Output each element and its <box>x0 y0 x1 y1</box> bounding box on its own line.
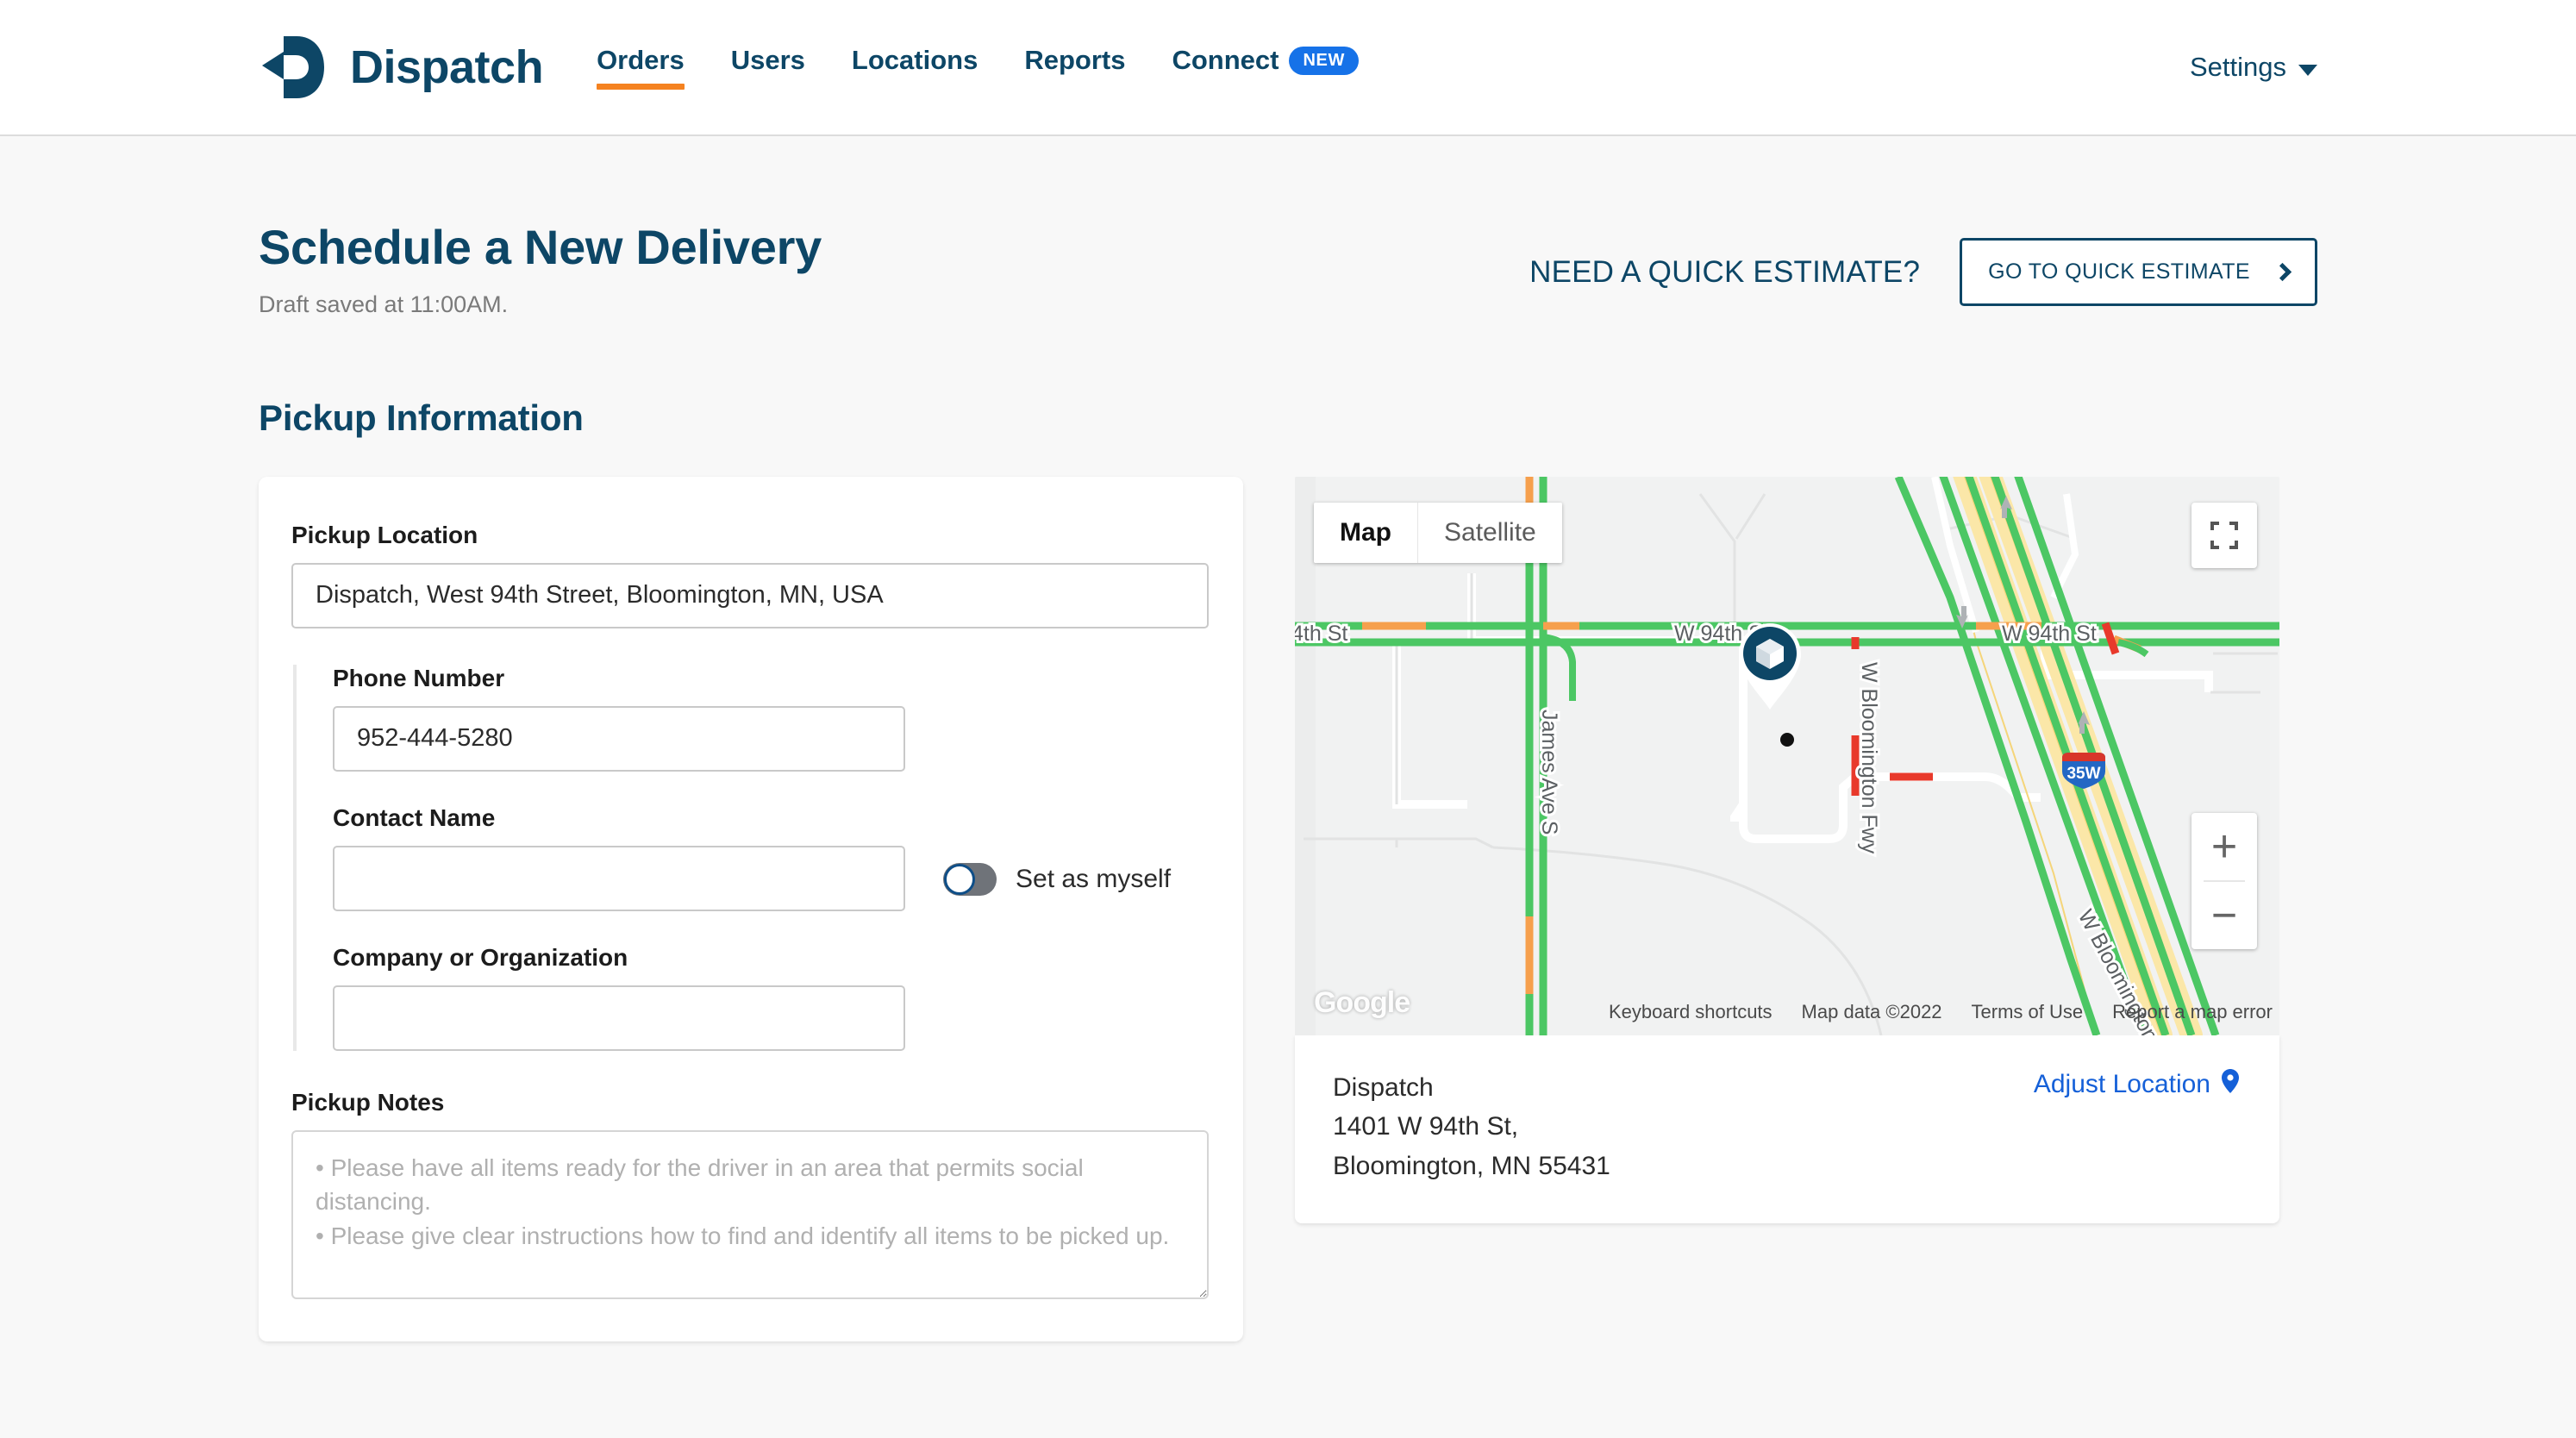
company-field: Company or Organization <box>333 944 1209 1051</box>
map-zoom-controls: + − <box>2191 813 2257 949</box>
nav-item-orders[interactable]: Orders <box>597 45 685 90</box>
company-label: Company or Organization <box>333 944 1209 972</box>
pickup-location-input[interactable] <box>291 563 1209 628</box>
brand-name: Dispatch <box>350 44 543 91</box>
pickup-notes-field: Pickup Notes <box>291 1089 1209 1304</box>
adjust-location-label: Adjust Location <box>2034 1070 2210 1099</box>
pickup-contact-group: Phone Number Contact Name Set as myself <box>293 665 1209 1051</box>
dispatch-d-logo-icon <box>259 31 331 103</box>
package-pin-icon <box>1736 622 1804 711</box>
chevron-down-icon <box>2298 65 2317 76</box>
location-summary-card: Dispatch 1401 W 94th St, Bloomington, MN… <box>1295 1035 2279 1224</box>
contact-name-label: Contact Name <box>333 804 1209 832</box>
page-header-row: Schedule a New Delivery Draft saved at 1… <box>259 136 2317 318</box>
google-watermark: Google <box>1314 986 1410 1020</box>
map-panel: 4th St W 94th St W 94th St James Ave S W… <box>1295 477 2279 1224</box>
pickup-notes-label: Pickup Notes <box>291 1089 1209 1116</box>
svg-text:James Ave S: James Ave S <box>1537 710 1561 835</box>
quick-estimate-group: NEED A QUICK ESTIMATE? GO TO QUICK ESTIM… <box>1529 221 2317 306</box>
map-location-dot <box>1780 733 1794 747</box>
location-address-line1: 1401 W 94th St, <box>1333 1107 1610 1147</box>
go-to-quick-estimate-button[interactable]: GO TO QUICK ESTIMATE <box>1960 238 2317 306</box>
pickup-form-card: Pickup Location Phone Number Contact Nam… <box>259 477 1243 1341</box>
chevron-right-icon <box>2273 263 2292 281</box>
settings-menu[interactable]: Settings <box>2190 52 2317 83</box>
brand[interactable]: Dispatch <box>259 31 543 103</box>
phone-number-field: Phone Number <box>333 665 1209 772</box>
phone-number-input[interactable] <box>333 706 905 772</box>
content-columns: Pickup Location Phone Number Contact Nam… <box>259 477 2317 1341</box>
map-attribution: Keyboard shortcuts Map data ©2022 Terms … <box>1609 1001 2273 1023</box>
nav-item-connect-label: Connect <box>1172 45 1279 76</box>
pickup-information-title: Pickup Information <box>259 397 2317 439</box>
map-data-copyright: Map data ©2022 <box>1802 1001 1942 1023</box>
nav-item-reports[interactable]: Reports <box>1024 45 1125 90</box>
connect-new-badge: NEW <box>1289 47 1358 75</box>
draft-saved-status: Draft saved at 11:00AM. <box>259 291 822 318</box>
zoom-out-button[interactable]: − <box>2191 882 2257 949</box>
company-input[interactable] <box>333 985 905 1051</box>
zoom-in-button[interactable]: + <box>2191 813 2257 880</box>
svg-text:35W: 35W <box>2066 765 2100 783</box>
page-body: Schedule a New Delivery Draft saved at 1… <box>0 136 2576 1341</box>
site-header: Dispatch Orders Users Locations Reports … <box>0 0 2576 136</box>
nav-item-orders-label: Orders <box>597 45 685 75</box>
nav-item-locations-label: Locations <box>852 45 978 75</box>
pickup-location-label: Pickup Location <box>291 522 1209 549</box>
svg-text:4th St: 4th St <box>1295 622 1347 646</box>
quick-estimate-prompt: NEED A QUICK ESTIMATE? <box>1529 255 1920 290</box>
nav-item-users-label: Users <box>731 45 805 75</box>
location-name: Dispatch <box>1333 1068 1610 1108</box>
go-to-quick-estimate-label: GO TO QUICK ESTIMATE <box>1988 259 2250 284</box>
map-type-satellite-button[interactable]: Satellite <box>1417 503 1562 563</box>
terms-of-use-link[interactable]: Terms of Use <box>1972 1001 2084 1023</box>
contact-name-field: Contact Name Set as myself <box>333 804 1209 911</box>
report-map-error-link[interactable]: Report a map error <box>2112 1001 2273 1023</box>
set-as-myself-label: Set as myself <box>1016 865 1171 894</box>
location-address-line2: Bloomington, MN 55431 <box>1333 1147 1610 1186</box>
nav-item-locations[interactable]: Locations <box>852 45 978 90</box>
fullscreen-icon[interactable] <box>2191 503 2257 568</box>
adjust-location-button[interactable]: Adjust Location <box>2034 1068 2240 1101</box>
page-heading-group: Schedule a New Delivery Draft saved at 1… <box>259 221 822 318</box>
main-nav: Orders Users Locations Reports Connect N… <box>597 45 1359 90</box>
map-type-switch: Map Satellite <box>1314 503 1562 563</box>
pickup-notes-textarea[interactable] <box>291 1130 1209 1299</box>
nav-item-connect[interactable]: Connect NEW <box>1172 45 1358 90</box>
pickup-location-field: Pickup Location <box>291 522 1209 628</box>
google-map[interactable]: 4th St W 94th St W 94th St James Ave S W… <box>1295 477 2279 1035</box>
keyboard-shortcuts-link[interactable]: Keyboard shortcuts <box>1609 1001 1773 1023</box>
map-pin-icon <box>2221 1068 2240 1101</box>
nav-item-users[interactable]: Users <box>731 45 805 90</box>
nav-item-reports-label: Reports <box>1024 45 1125 75</box>
svg-text:W 94th St: W 94th St <box>2002 622 2097 646</box>
set-as-myself-toggle[interactable] <box>943 863 997 896</box>
toggle-knob <box>944 864 975 895</box>
page-title: Schedule a New Delivery <box>259 221 822 274</box>
contact-name-input[interactable] <box>333 846 905 911</box>
location-address: Dispatch 1401 W 94th St, Bloomington, MN… <box>1333 1068 1610 1186</box>
svg-text:W Bloomington Fwy: W Bloomington Fwy <box>1857 662 1881 854</box>
map-type-map-button[interactable]: Map <box>1314 503 1417 563</box>
settings-label: Settings <box>2190 52 2286 83</box>
phone-number-label: Phone Number <box>333 665 1209 692</box>
